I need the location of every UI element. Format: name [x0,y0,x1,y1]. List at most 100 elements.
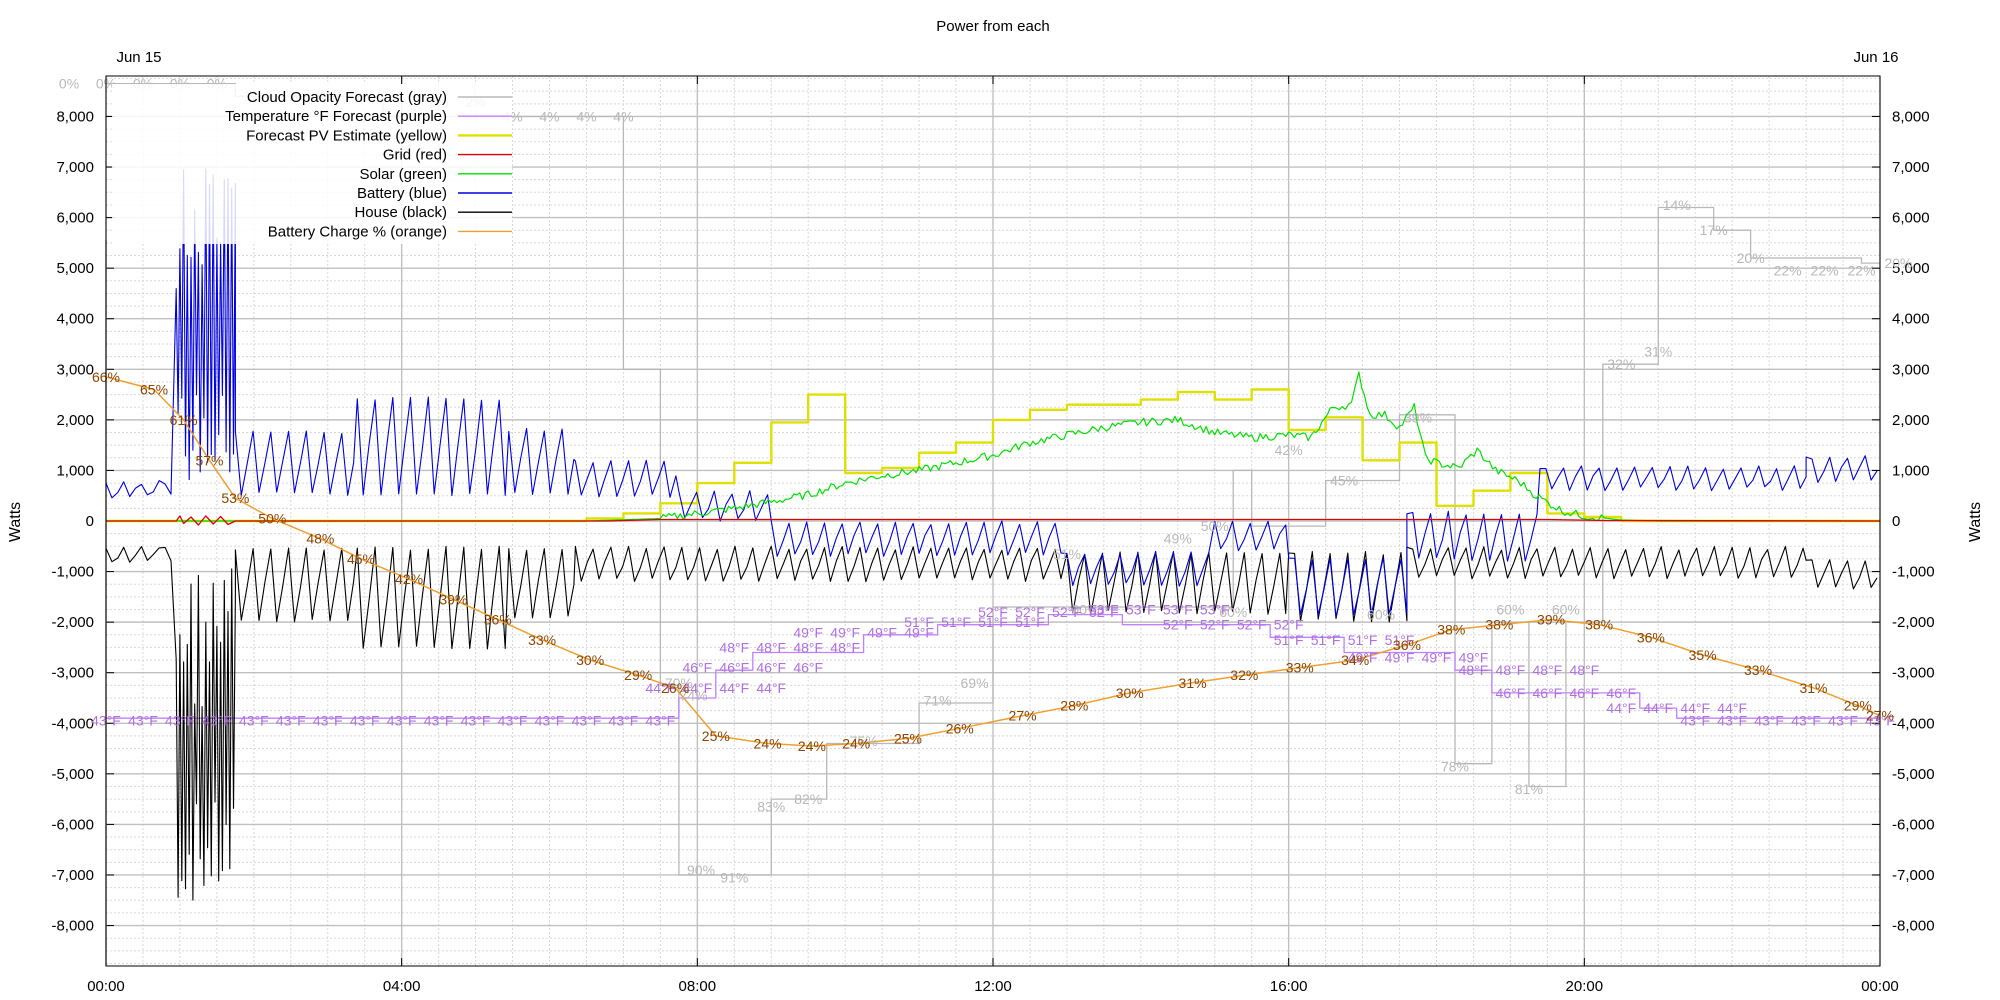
legend: Cloud Opacity Forecast (gray) Temperature… [112,84,512,244]
cloud-opacity-label: 83% [757,799,785,815]
temperature-label: 43°F [313,713,343,729]
battery-charge-label: 27% [1009,708,1037,724]
battery-charge-label: 39% [1537,612,1565,628]
temperature-label: 43°F [646,713,676,729]
battery-charge-label: 39% [439,591,467,607]
temperature-label: 43°F [350,713,380,729]
y-tick-label-right: -4,000 [1892,715,1935,732]
legend-label: House (black) [354,204,447,221]
power-chart: Power from each Jun 15 Jun 16 Watts Watt… [0,0,2000,1000]
temperature-label: 44°F [1643,700,1673,716]
y-tick-label-left: -4,000 [51,715,94,732]
temperature-label: 51°F [1311,632,1341,648]
y-tick-label-left: -1,000 [51,564,94,581]
temperature-label: 49°F [1422,650,1452,666]
temperature-label: 53°F [1200,601,1230,617]
y-axis-label-right: Watts [1967,502,1984,542]
temperature-label: 43°F [1828,713,1858,729]
temperature-label: 44°F [1606,700,1636,716]
legend-label: Forecast PV Estimate (yellow) [246,127,447,144]
cloud-opacity-label: 4% [576,108,596,124]
battery-charge-label: 33% [1286,660,1314,676]
y-tick-label-left: 4,000 [56,311,94,328]
cloud-opacity-label: 20% [1884,255,1912,271]
cloud-opacity-label: 45% [1330,473,1358,489]
y-tick-label-left: 6,000 [56,210,94,227]
y-tick-label-right: -8,000 [1892,918,1935,935]
y-tick-label-left: -2,000 [51,614,94,631]
cloud-opacity-label: 4% [539,108,559,124]
temperature-label: 48°F [1459,662,1489,678]
cloud-opacity-label: 71% [924,693,952,709]
temperature-label: 52°F [1163,617,1193,633]
y-tick-label-right: -1,000 [1892,564,1935,581]
battery-charge-label: 53% [221,490,249,506]
y-tick-label-left: 0 [86,513,94,530]
y-tick-label-right: -2,000 [1892,614,1935,631]
temperature-label: 44°F [719,680,749,696]
temperature-label: 43°F [128,713,158,729]
battery-charge-label: 31% [1179,675,1207,691]
battery-charge-label: 24% [754,736,782,752]
y-tick-label-right: 1,000 [1892,462,1930,479]
battery-charge-label: 36% [484,612,512,628]
cloud-opacity-label: 60% [1367,607,1395,623]
temperature-label: 52°F [1200,617,1230,633]
y-tick-label-right: 6,000 [1892,210,1930,227]
temperature-label: 52°F [978,604,1008,620]
cloud-opacity-label: 50% [1201,518,1229,534]
x-tick-label: 20:00 [1566,978,1604,995]
temperature-label: 48°F [1533,662,1563,678]
temperature-label: 48°F [830,639,860,655]
cloud-opacity-label: 22% [1848,263,1876,279]
temperature-label: 53°F [1089,601,1119,617]
battery-charge-label: 26% [661,680,689,696]
battery-charge-label: 26% [946,720,974,736]
cloud-opacity-label: 60% [1496,601,1524,617]
battery-charge-label: 30% [1116,685,1144,701]
cloud-opacity-label: 69% [961,675,989,691]
temperature-label: 51°F [904,614,934,630]
y-tick-label-right: 8,000 [1892,108,1930,125]
battery-charge-label: 29% [624,667,652,683]
y-tick-label-right: 4,000 [1892,311,1930,328]
y-tick-label-right: 7,000 [1892,159,1930,176]
y-axis-label-left: Watts [7,502,24,542]
battery-charge-label: 45% [347,551,375,567]
battery-charge-label: 50% [258,510,286,526]
temperature-label: 43°F [1791,713,1821,729]
temperature-label: 43°F [572,713,602,729]
battery-charge-label: 24% [798,738,826,754]
battery-charge-label: 38% [1485,617,1513,633]
legend-label: Solar (green) [359,166,447,183]
legend-label: Battery Charge % (orange) [268,223,447,240]
battery-charge-label: 35% [1689,647,1717,663]
x-tick-label: 00:00 [87,978,125,995]
battery-charge-label: 65% [140,382,168,398]
legend-label: Cloud Opacity Forecast (gray) [247,89,447,106]
temperature-label: 48°F [793,639,823,655]
temperature-label: 46°F [682,660,712,676]
cloud-opacity-label: 91% [720,870,748,886]
battery-charge-label: 61% [170,412,198,428]
date-label-right: Jun 16 [1853,49,1898,66]
y-tick-label-left: 1,000 [56,462,94,479]
y-tick-label-left: -8,000 [51,918,94,935]
battery-charge-label: 28% [1060,698,1088,714]
battery-charge-label: 34% [1341,652,1369,668]
temperature-label: 48°F [719,639,749,655]
y-tick-label-right: -3,000 [1892,665,1935,682]
battery-charge-label: 36% [1393,637,1421,653]
cloud-opacity-label: 78% [1441,758,1469,774]
y-tick-label-left: 2,000 [56,412,94,429]
x-tick-label: 04:00 [383,978,421,995]
battery-charge-label: 48% [306,531,334,547]
temperature-label: 43°F [424,713,454,729]
y-tick-label-left: 5,000 [56,260,94,277]
y-tick-label-right: 2,000 [1892,412,1930,429]
temperature-label: 46°F [756,660,786,676]
cloud-opacity-label: 4% [613,108,633,124]
battery-charge-label: 38% [1437,622,1465,638]
temperature-label: 49°F [867,624,897,640]
y-tick-label-left: -7,000 [51,867,94,884]
